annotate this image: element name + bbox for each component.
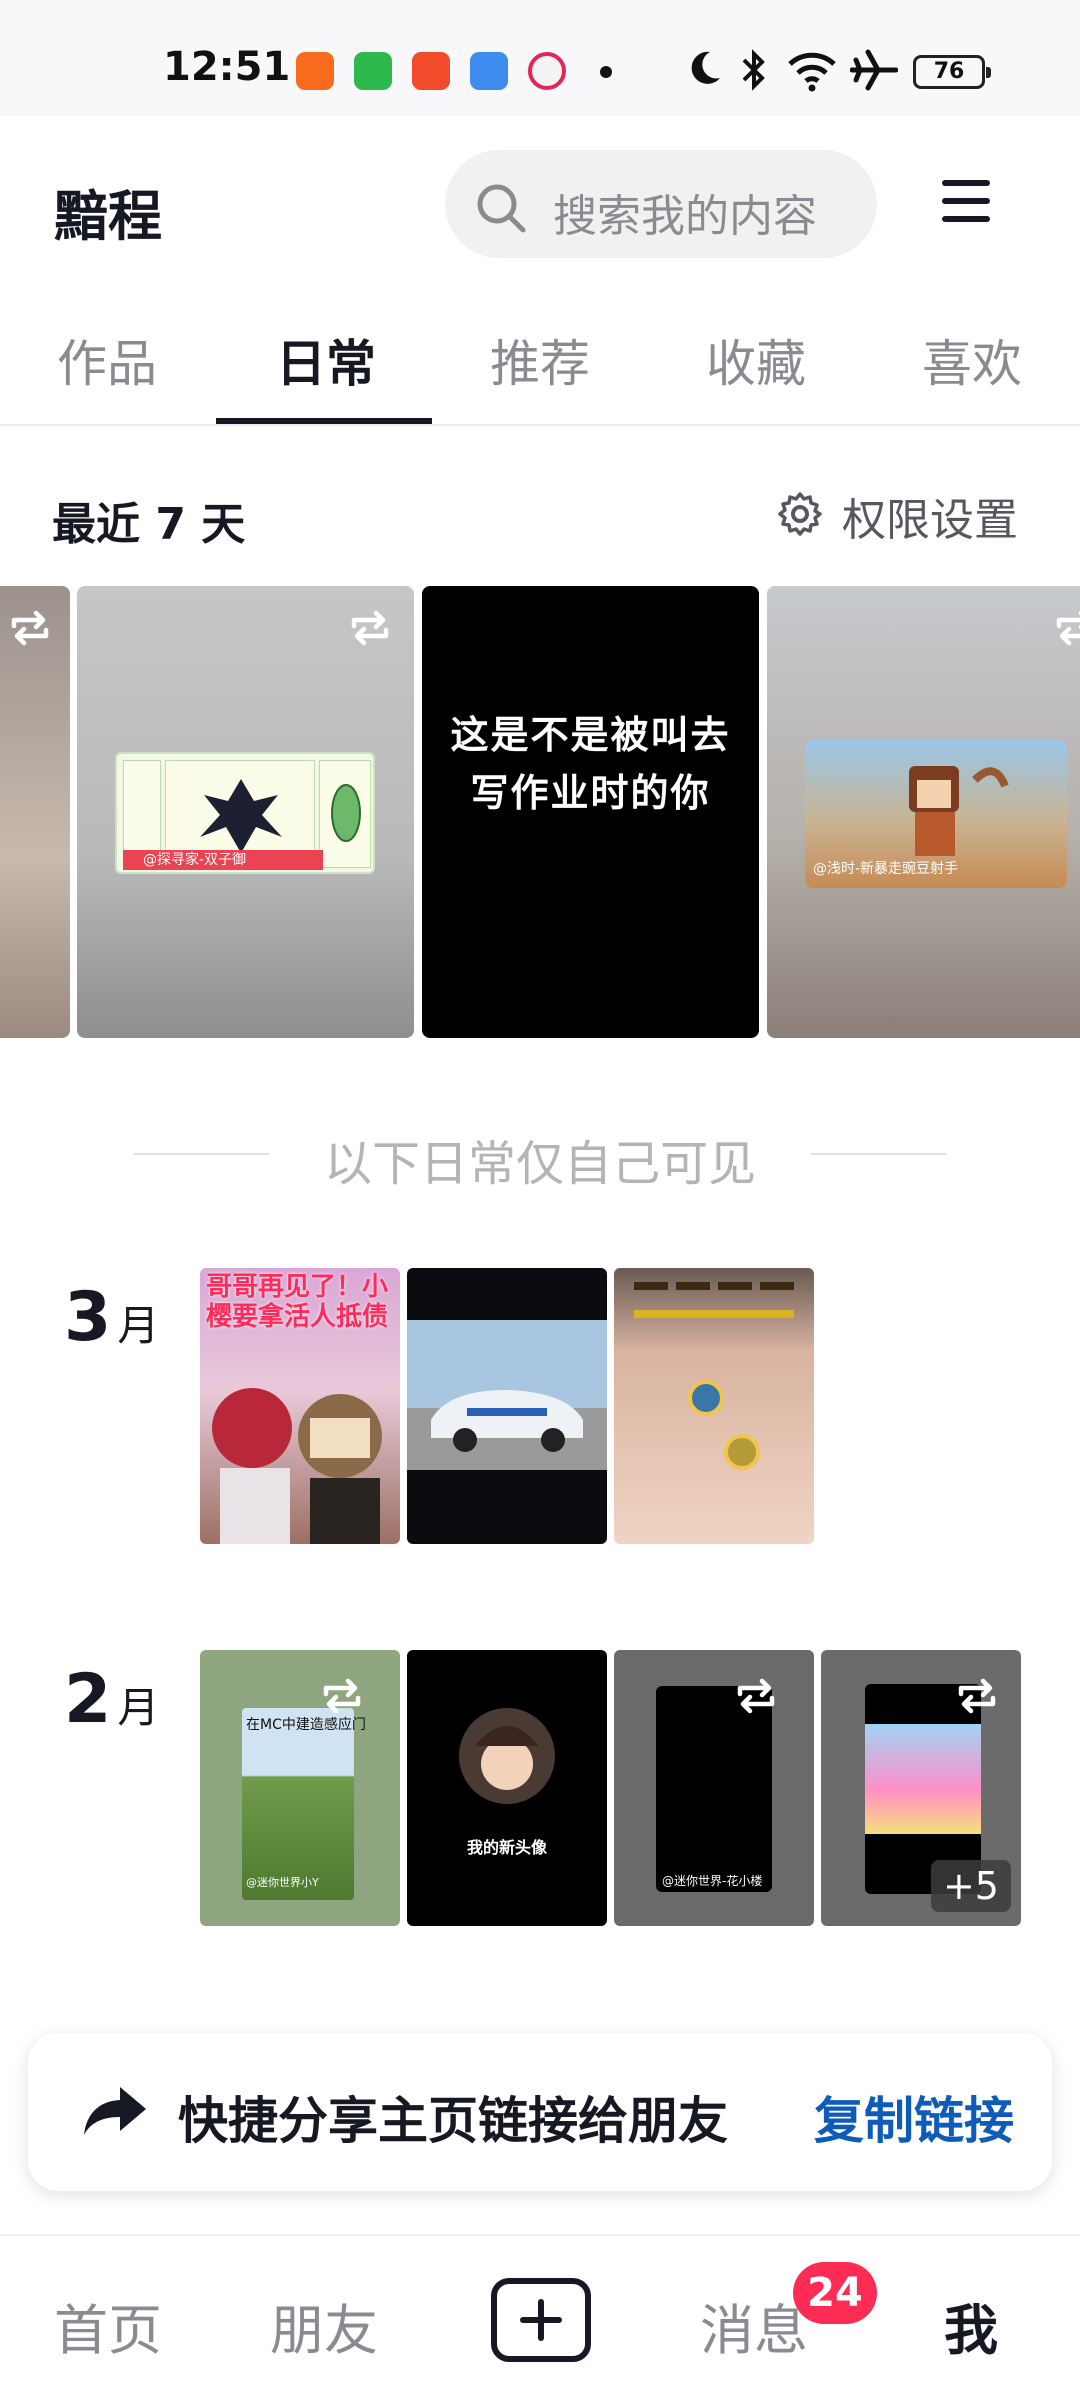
share-profile-text: 快捷分享主页链接给朋友	[178, 2092, 728, 2150]
profile-tabs: 作品 日常 推荐 收藏 喜欢	[0, 286, 1080, 426]
hamburger-menu-icon[interactable]	[942, 180, 1002, 230]
search-icon	[477, 184, 526, 233]
app-icon-2	[354, 52, 392, 90]
recent-7-days-title: 最近 7 天	[52, 499, 246, 550]
app-icon-4	[470, 52, 508, 90]
gear-icon	[778, 492, 822, 536]
video-title-overlay: 在MC中建造感应门	[246, 1717, 366, 1733]
nav-messages[interactable]: 消息	[700, 2286, 808, 2365]
game-caption: @浅时-新暴走豌豆射手	[813, 861, 959, 877]
video-title-overlay: 哥哥再见了！小樱要拿活人抵债	[206, 1272, 389, 1332]
status-time: 12:51	[163, 44, 291, 90]
repost-icon	[737, 1678, 775, 1714]
beetle-icon	[331, 784, 361, 842]
messages-unread-badge: 24	[793, 2262, 877, 2324]
repost-icon	[11, 610, 49, 646]
game-card-image: @探寻家-双子御	[115, 752, 375, 874]
daily-video-thumbnail[interactable]: 我的新头像	[407, 1650, 607, 1926]
more-notifications-dot	[600, 66, 612, 78]
search-placeholder: 搜索我的内容	[553, 191, 817, 242]
avatar-image-icon	[459, 1708, 555, 1804]
tab-daily[interactable]: 日常	[276, 324, 376, 396]
recent-video-thumbnail[interactable]	[0, 586, 70, 1038]
app-icon-5	[528, 52, 566, 90]
card-caption: @探寻家-双子御	[123, 850, 323, 870]
nav-home[interactable]: 首页	[54, 2286, 162, 2365]
recent-video-thumbnail[interactable]: @浅时-新暴走豌豆射手	[767, 586, 1080, 1038]
bluetooth-icon	[742, 49, 765, 91]
share-arrow-icon	[84, 2087, 146, 2135]
tab-favorites[interactable]: 收藏	[706, 324, 806, 396]
permission-settings-label: 权限设置	[842, 495, 1018, 546]
wifi-icon	[788, 52, 836, 92]
video-overlay-text: 这是不是被叫去写作业时的你	[450, 713, 731, 815]
create-post-button[interactable]	[491, 2278, 591, 2362]
repost-icon	[1056, 610, 1080, 646]
daily-video-thumbnail[interactable]: @迷你世界-花小楼	[614, 1650, 814, 1926]
video-user-overlay: @迷你世界小Y	[246, 1876, 319, 1889]
battery-indicator: 76	[913, 55, 991, 89]
month-label-february: 2月	[64, 1660, 160, 1739]
nav-friends[interactable]: 朋友	[270, 2286, 378, 2365]
active-tab-indicator	[216, 418, 432, 424]
search-input[interactable]: 搜索我的内容	[445, 150, 877, 258]
daily-video-thumbnail[interactable]: +5	[821, 1650, 1021, 1926]
status-bar: 12:51 76	[0, 0, 1080, 116]
recent-video-thumbnail[interactable]: @探寻家-双子御	[77, 586, 414, 1038]
cartoon-characters-icon	[212, 1388, 382, 1544]
airplane-mode-icon	[850, 49, 898, 91]
only-self-visible-divider: 以下日常仅自己可见	[0, 1120, 1080, 1192]
daily-video-thumbnail[interactable]	[407, 1268, 607, 1544]
race-car-icon	[407, 1320, 607, 1470]
share-profile-bar: 快捷分享主页链接给朋友 复制链接	[28, 2033, 1052, 2191]
more-items-badge: +5	[930, 1860, 1011, 1912]
copy-link-button[interactable]: 复制链接	[814, 2081, 1014, 2153]
moon-icon	[691, 51, 720, 84]
recent-video-thumbnail[interactable]: 这是不是被叫去写作业时的你	[422, 586, 759, 1038]
tab-works[interactable]: 作品	[57, 324, 157, 396]
daily-video-thumbnail[interactable]	[614, 1268, 814, 1544]
app-icon-1	[296, 52, 334, 90]
repost-icon	[958, 1678, 996, 1714]
repost-icon	[351, 610, 389, 646]
profile-username: 黯程	[54, 185, 162, 248]
video-user-overlay: @迷你世界-花小楼	[662, 1874, 763, 1888]
repost-icon	[323, 1678, 361, 1714]
month-label-march: 3月	[64, 1278, 160, 1357]
bottom-navigation: 首页 朋友 消息 24 我	[0, 2234, 1080, 2400]
tab-likes[interactable]: 喜欢	[922, 324, 1022, 396]
video-title-overlay: 我的新头像	[466, 1838, 547, 1857]
only-self-visible-text: 以下日常仅自己可见	[323, 1136, 756, 1192]
app-icon-3	[412, 52, 450, 90]
nav-me[interactable]: 我	[944, 2286, 998, 2365]
daily-video-thumbnail[interactable]: 哥哥再见了！小樱要拿活人抵债	[200, 1268, 400, 1544]
game-scene-image: @浅时-新暴走豌豆射手	[805, 740, 1067, 888]
tab-recommended[interactable]: 推荐	[490, 324, 590, 396]
profile-header: 黯程 搜索我的内容	[0, 116, 1080, 286]
face-photo-icon	[634, 1282, 794, 1470]
daily-video-thumbnail[interactable]: 在MC中建造感应门 @迷你世界小Y	[200, 1650, 400, 1926]
